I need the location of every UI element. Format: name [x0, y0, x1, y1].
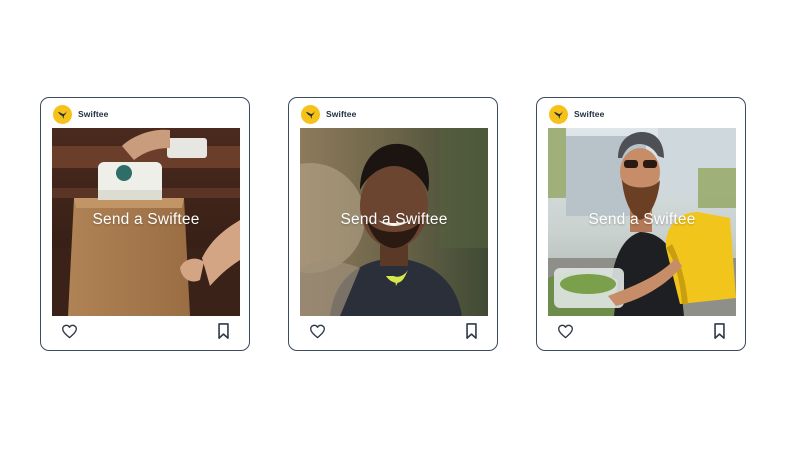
- post-actions: [41, 320, 249, 342]
- heart-icon: [61, 324, 77, 338]
- save-button[interactable]: [463, 322, 479, 340]
- post-header: Swiftee: [549, 103, 604, 125]
- post-header: Swiftee: [53, 103, 108, 125]
- save-button[interactable]: [215, 322, 231, 340]
- post-gallery: Swiftee Send a Swiftee Swiftee Send a Sw…: [0, 0, 790, 460]
- swiftee-bird-logo-icon[interactable]: [301, 104, 320, 124]
- like-button[interactable]: [60, 322, 78, 340]
- post-header: Swiftee: [301, 103, 356, 125]
- heart-icon: [309, 324, 325, 338]
- post-caption: Send a Swiftee: [588, 211, 696, 228]
- post-card: Swiftee Send a Swiftee: [288, 97, 498, 351]
- bookmark-icon: [713, 323, 725, 339]
- post-caption: Send a Swiftee: [92, 211, 200, 228]
- account-name[interactable]: Swiftee: [78, 109, 108, 119]
- post-image[interactable]: Send a Swiftee: [548, 128, 736, 316]
- save-button[interactable]: [711, 322, 727, 340]
- post-card: Swiftee Send a Swiftee: [40, 97, 250, 351]
- account-name[interactable]: Swiftee: [326, 109, 356, 119]
- swiftee-bird-logo-icon[interactable]: [53, 104, 72, 124]
- post-image[interactable]: Send a Swiftee: [300, 128, 488, 316]
- post-actions: [289, 320, 497, 342]
- account-name[interactable]: Swiftee: [574, 109, 604, 119]
- bookmark-icon: [465, 323, 477, 339]
- post-image[interactable]: Send a Swiftee: [52, 128, 240, 316]
- bookmark-icon: [217, 323, 229, 339]
- post-card: Swiftee Send a Swiftee: [536, 97, 746, 351]
- post-actions: [537, 320, 745, 342]
- like-button[interactable]: [308, 322, 326, 340]
- post-caption: Send a Swiftee: [340, 211, 448, 228]
- heart-icon: [557, 324, 573, 338]
- swiftee-bird-logo-icon[interactable]: [549, 104, 568, 124]
- like-button[interactable]: [556, 322, 574, 340]
